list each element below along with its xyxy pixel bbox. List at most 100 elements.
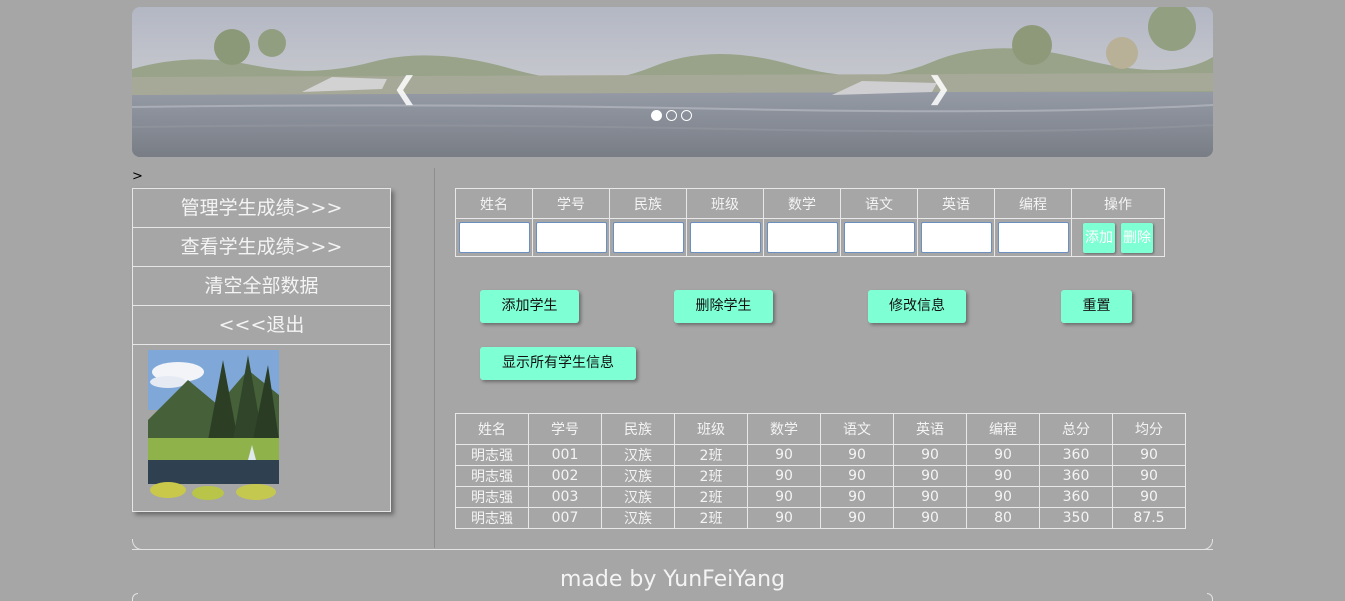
banner-overlay <box>132 7 1213 157</box>
input-cell <box>532 218 610 257</box>
table-cell: 90 <box>747 486 821 508</box>
row-add-button[interactable]: 添加 <box>1083 222 1115 253</box>
delete-student-button[interactable]: 删除学生 <box>674 290 773 323</box>
table-header-row: 姓名 学号 民族 班级 数学 语文 英语 编程 总分 均分 <box>455 413 1186 445</box>
input-header-operations: 操作 <box>1071 188 1165 219</box>
modify-info-button[interactable]: 修改信息 <box>868 290 966 323</box>
sidebar-item-clear-data[interactable]: 清空全部数据 <box>133 267 390 306</box>
input-cell <box>840 218 918 257</box>
table-cell: 87.5 <box>1112 507 1186 529</box>
table-header-cell: 语文 <box>820 413 894 445</box>
sidebar-item-manage-scores[interactable]: 管理学生成绩>>> <box>133 189 390 228</box>
table-header-cell: 姓名 <box>455 413 529 445</box>
table-cell: 90 <box>893 465 967 487</box>
math-input[interactable] <box>766 222 838 253</box>
banner-carousel: ❮ ❯ <box>132 7 1213 157</box>
operations-cell: 添加 删除 <box>1071 218 1165 257</box>
table-cell: 90 <box>1112 465 1186 487</box>
footer-corner-left <box>132 593 138 601</box>
stray-text: > <box>132 169 143 184</box>
input-header-class: 班级 <box>686 188 764 219</box>
table-header-cell: 总分 <box>1039 413 1113 445</box>
table-cell: 002 <box>528 465 602 487</box>
reset-button[interactable]: 重置 <box>1061 290 1132 323</box>
programming-input[interactable] <box>997 222 1069 253</box>
table-cell: 90 <box>893 444 967 466</box>
chevron-left-icon: ❮ <box>392 71 418 106</box>
table-row: 明志强 002 汉族 2班 90 90 90 90 360 90 <box>455 465 1186 487</box>
table-cell: 明志强 <box>455 444 529 466</box>
table-cell: 汉族 <box>601 507 675 529</box>
table-cell: 明志强 <box>455 486 529 508</box>
add-student-button[interactable]: 添加学生 <box>480 290 579 323</box>
table-header-cell: 数学 <box>747 413 821 445</box>
table-cell: 90 <box>1112 486 1186 508</box>
input-cell <box>455 218 533 257</box>
carousel-prev-arrow[interactable]: ❮ <box>390 69 420 109</box>
input-header-english: 英语 <box>917 188 995 219</box>
table-row: 明志强 007 汉族 2班 90 90 90 80 350 87.5 <box>455 507 1186 529</box>
table-header-cell: 学号 <box>528 413 602 445</box>
table-cell: 2班 <box>674 507 748 529</box>
carousel-dot-3[interactable] <box>681 110 692 121</box>
table-cell: 90 <box>893 486 967 508</box>
input-cell <box>609 218 687 257</box>
student-id-input[interactable] <box>535 222 607 253</box>
table-header-cell: 班级 <box>674 413 748 445</box>
input-cell <box>686 218 764 257</box>
table-cell: 汉族 <box>601 486 675 508</box>
table-header-cell: 英语 <box>893 413 967 445</box>
table-cell: 汉族 <box>601 444 675 466</box>
sidebar-landscape-image <box>148 350 279 500</box>
table-cell: 90 <box>747 444 821 466</box>
table-cell: 2班 <box>674 444 748 466</box>
carousel-indicators <box>651 110 692 121</box>
table-cell: 90 <box>820 465 894 487</box>
content-bottom-border <box>132 549 1213 550</box>
student-input-table: 姓名 学号 民族 班级 数学 语文 英语 编程 操作 添加 删除 <box>455 188 1165 257</box>
table-cell: 90 <box>893 507 967 529</box>
table-row: 明志强 003 汉族 2班 90 90 90 90 360 90 <box>455 486 1186 508</box>
table-cell: 2班 <box>674 465 748 487</box>
table-header-cell: 编程 <box>966 413 1040 445</box>
input-cell <box>994 218 1072 257</box>
row-delete-button[interactable]: 删除 <box>1121 222 1153 253</box>
sidebar-item-logout[interactable]: <<<退出 <box>133 306 390 345</box>
table-cell: 90 <box>966 444 1040 466</box>
carousel-next-arrow[interactable]: ❯ <box>924 69 954 109</box>
student-data-table: 姓名 学号 民族 班级 数学 语文 英语 编程 总分 均分 明志强 001 汉族 2班 90 90 90 90 3… <box>455 413 1186 529</box>
table-header-cell: 均分 <box>1112 413 1186 445</box>
input-cell <box>917 218 995 257</box>
table-cell: 90 <box>1112 444 1186 466</box>
table-cell: 90 <box>747 507 821 529</box>
footer-credit: made by YunFeiYang <box>559 567 786 592</box>
input-header-math: 数学 <box>763 188 841 219</box>
input-header-ethnicity: 民族 <box>609 188 687 219</box>
name-input[interactable] <box>458 222 530 253</box>
table-cell: 明志强 <box>455 465 529 487</box>
table-cell: 350 <box>1039 507 1113 529</box>
chinese-input[interactable] <box>843 222 915 253</box>
class-input[interactable] <box>689 222 761 253</box>
input-header-name: 姓名 <box>455 188 533 219</box>
english-input[interactable] <box>920 222 992 253</box>
table-cell: 007 <box>528 507 602 529</box>
sidebar-item-view-scores[interactable]: 查看学生成绩>>> <box>133 228 390 267</box>
table-cell: 80 <box>966 507 1040 529</box>
table-cell: 汉族 <box>601 465 675 487</box>
table-cell: 360 <box>1039 465 1113 487</box>
carousel-dot-2[interactable] <box>666 110 677 121</box>
table-cell: 90 <box>820 486 894 508</box>
table-cell: 90 <box>820 507 894 529</box>
input-header-programming: 编程 <box>994 188 1072 219</box>
input-header-id: 学号 <box>532 188 610 219</box>
table-cell: 90 <box>820 444 894 466</box>
carousel-dot-1[interactable] <box>651 110 662 121</box>
sidebar-menu: 管理学生成绩>>> 查看学生成绩>>> 清空全部数据 <<<退出 <box>132 188 391 512</box>
input-header-chinese: 语文 <box>840 188 918 219</box>
table-cell: 90 <box>966 486 1040 508</box>
show-all-students-button[interactable]: 显示所有学生信息 <box>480 347 636 380</box>
ethnicity-input[interactable] <box>612 222 684 253</box>
table-header-cell: 民族 <box>601 413 675 445</box>
table-cell: 90 <box>747 465 821 487</box>
